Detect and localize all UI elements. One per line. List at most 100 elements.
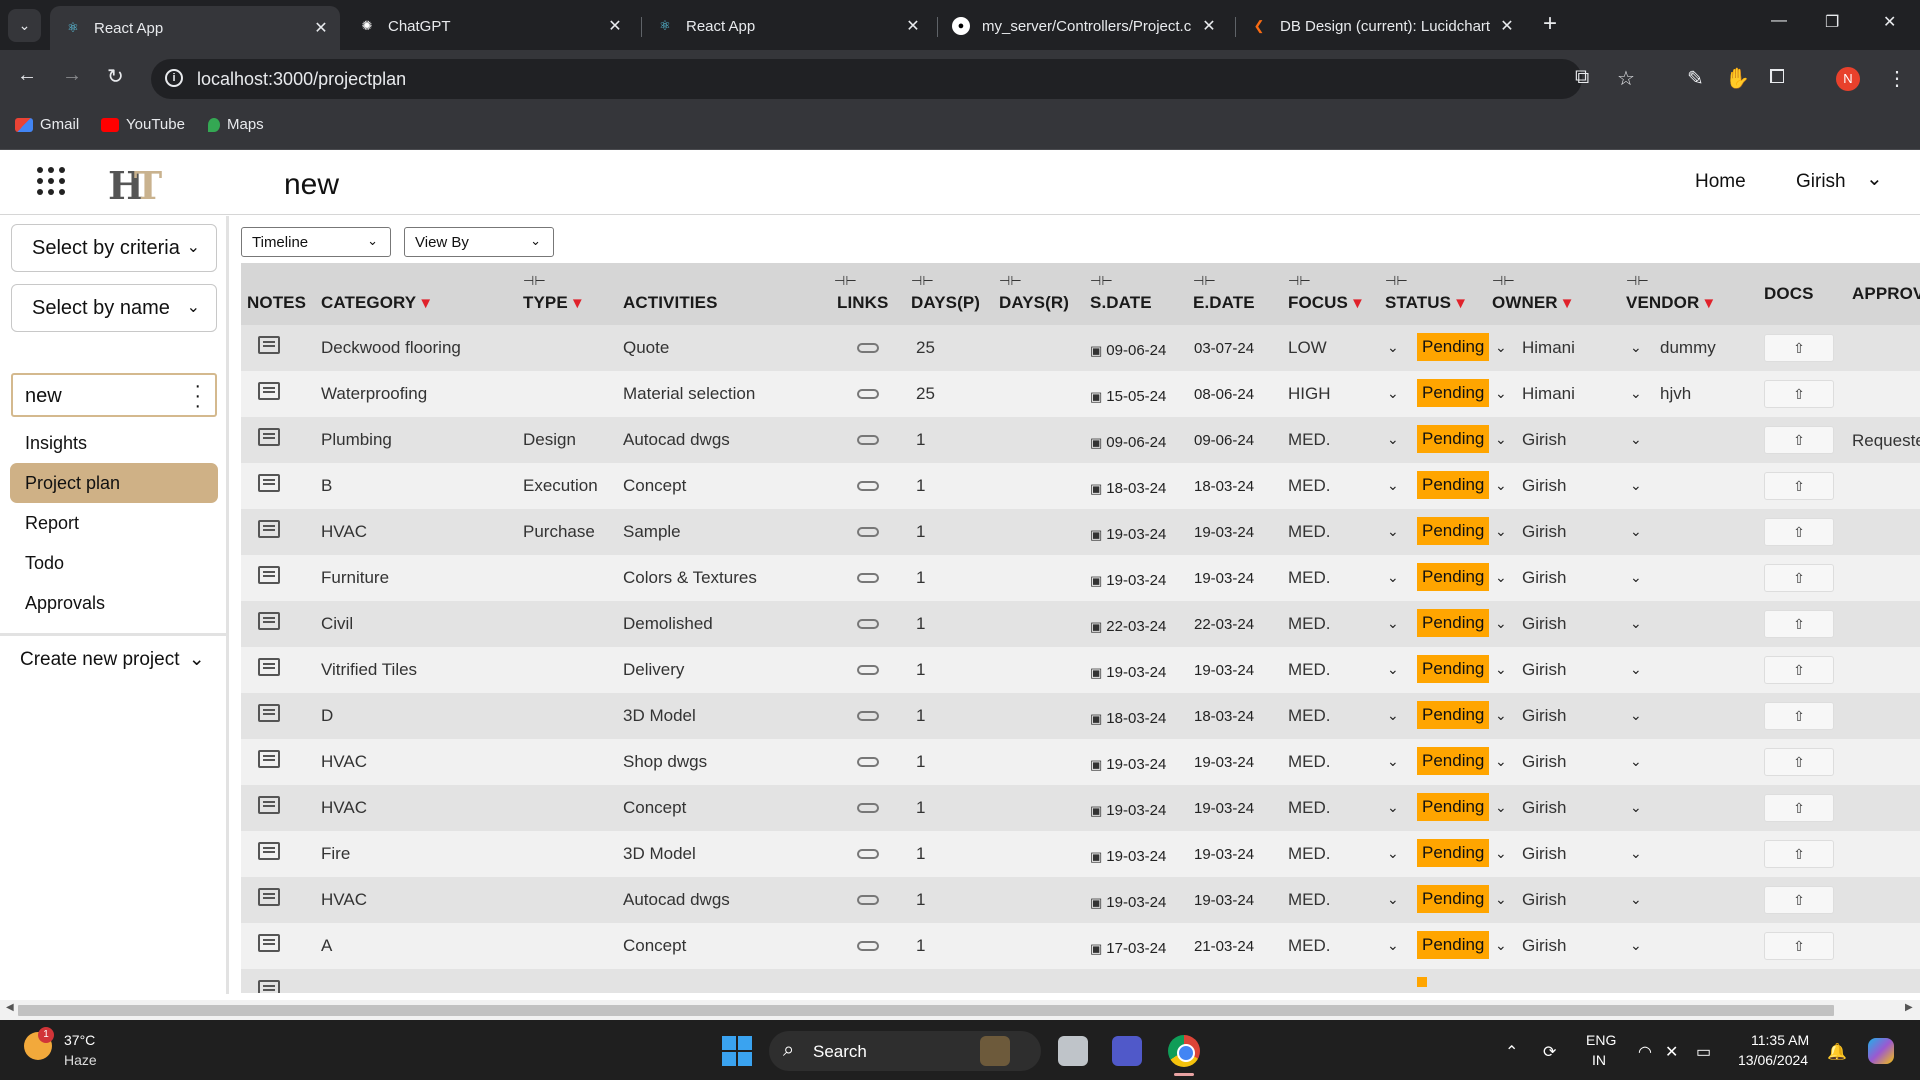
cell-e-date[interactable]: 19-03-24 [1194,662,1254,679]
copilot-icon[interactable] [1868,1038,1894,1064]
table-row[interactable]: HVAC Concept 1 ▣ 19-03-24 19-03-24 MED. ⌄ Pendin… [241,785,1920,831]
focus-chevron-down-icon[interactable]: ⌄ [1387,753,1399,770]
upload-doc-button[interactable]: ⇧ [1764,748,1834,776]
header-type[interactable]: TYPE ▼ [523,293,585,313]
focus-chevron-down-icon[interactable]: ⌄ [1387,385,1399,402]
vendor-chevron-down-icon[interactable]: ⌄ [1630,523,1642,540]
sidebar-item-todo[interactable]: Todo [10,543,218,583]
status-badge[interactable]: Pending [1417,701,1490,729]
vendor-chevron-down-icon[interactable]: ⌄ [1630,753,1642,770]
sync-icon[interactable]: ⟳ [1543,1042,1556,1062]
cell-days-p[interactable]: 25 [916,338,935,358]
restore-button[interactable]: ❐ [1825,12,1839,32]
cell-e-date[interactable]: 19-03-24 [1194,800,1254,817]
table-row[interactable]: A Concept 1 ▣ 17-03-24 21-03-24 MED. ⌄ Pending ⌄ G… [241,923,1920,969]
url-text[interactable]: localhost:3000/projectplan [197,69,406,90]
notes-icon[interactable] [258,382,280,400]
site-info-icon[interactable]: i [165,69,183,87]
extensions-puzzle-icon[interactable]: ⧠ [1769,66,1785,89]
chevron-up-icon[interactable]: ⌃ [1505,1042,1518,1062]
region-indicator[interactable]: IN [1592,1052,1606,1068]
extension-pen-icon[interactable]: ✎ [1687,66,1704,91]
owner-chevron-down-icon[interactable]: ⌄ [1495,339,1507,356]
resize-icon[interactable]: ⊣⊢ [1626,273,1649,289]
status-badge[interactable]: Pending [1417,471,1490,499]
status-badge[interactable]: Pending [1417,379,1490,407]
browser-tab-react-app[interactable]: ⚛ React App ✕ [50,6,340,50]
filter-icon[interactable]: ▼ [1350,295,1365,312]
vendor-chevron-down-icon[interactable]: ⌄ [1630,799,1642,816]
volume-muted-icon[interactable]: ✕ [1665,1042,1678,1062]
link-icon[interactable] [857,527,879,537]
notes-icon[interactable] [258,888,280,906]
browser-tab-lucidchart[interactable]: ❮ DB Design (current): Lucidchart ✕ [1236,7,1526,45]
link-icon[interactable] [857,435,879,445]
cell-e-date[interactable]: 18-03-24 [1194,478,1254,495]
battery-icon[interactable]: ▭ [1696,1042,1711,1062]
select-by-criteria-dropdown[interactable]: Select by criteria ⌄ [11,224,217,272]
owner-chevron-down-icon[interactable]: ⌄ [1495,707,1507,724]
table-row[interactable]: Plumbing Design Autocad dwgs 1 ▣ 09-06-24 09-0… [241,417,1920,463]
resize-icon[interactable]: ⊣⊢ [1193,273,1216,289]
vendor-chevron-down-icon[interactable]: ⌄ [1630,339,1642,356]
select-by-name-dropdown[interactable]: Select by name ⌄ [11,284,217,332]
link-icon[interactable] [857,711,879,721]
chrome-icon[interactable] [1168,1035,1200,1067]
app-logo[interactable]: HT [108,163,162,208]
extension-hand-icon[interactable]: ✋ [1725,66,1750,91]
cell-s-date[interactable]: ▣ 19-03-24 [1090,524,1166,544]
cell-days-p[interactable]: 1 [916,430,925,450]
cell-e-date[interactable]: 19-03-24 [1194,846,1254,863]
cell-days-p[interactable]: 1 [916,568,925,588]
apps-grid-icon[interactable] [37,167,65,195]
view-by-select[interactable]: View By ⌄ [404,227,554,257]
owner-chevron-down-icon[interactable]: ⌄ [1495,385,1507,402]
table-row[interactable]: D 3D Model 1 ▣ 18-03-24 18-03-24 MED. ⌄ Pending ⌄… [241,693,1920,739]
vendor-chevron-down-icon[interactable]: ⌄ [1630,477,1642,494]
link-icon[interactable] [857,573,879,583]
cell-e-date[interactable]: 19-03-24 [1194,524,1254,541]
resize-icon[interactable]: ⊣⊢ [1090,273,1113,289]
resize-icon[interactable]: ⊣⊢ [911,273,934,289]
scroll-left-arrow-icon[interactable]: ◀ [6,1002,14,1013]
status-badge[interactable]: Pending [1417,333,1490,361]
cell-days-p[interactable]: 1 [916,522,925,542]
owner-chevron-down-icon[interactable]: ⌄ [1495,431,1507,448]
upload-doc-button[interactable]: ⇧ [1764,518,1834,546]
cell-days-p[interactable]: 1 [916,752,925,772]
address-bar[interactable]: i localhost:3000/projectplan [151,59,1582,99]
cell-s-date[interactable]: ▣ 09-06-24 [1090,432,1166,452]
cell-s-date[interactable]: ▣ 19-03-24 [1090,892,1166,912]
upload-doc-button[interactable]: ⇧ [1764,702,1834,730]
cell-s-date[interactable]: ▣ 19-03-24 [1090,754,1166,774]
status-badge[interactable]: Pending [1417,931,1490,959]
status-badge[interactable]: Pending [1417,885,1490,913]
vendor-chevron-down-icon[interactable]: ⌄ [1630,385,1642,402]
forward-arrow-icon[interactable]: → [62,64,82,87]
focus-chevron-down-icon[interactable]: ⌄ [1387,339,1399,356]
sidebar-item-insights[interactable]: Insights [10,423,218,463]
project-search-input[interactable]: new · · · [11,373,217,417]
focus-chevron-down-icon[interactable]: ⌄ [1387,523,1399,540]
cell-s-date[interactable]: ▣ 18-03-24 [1090,478,1166,498]
cell-s-date[interactable]: ▣ 19-03-24 [1090,570,1166,590]
cell-e-date[interactable]: 21-03-24 [1194,938,1254,955]
vendor-chevron-down-icon[interactable]: ⌄ [1630,431,1642,448]
weather-description[interactable]: Haze [64,1052,97,1068]
back-arrow-icon[interactable]: ← [17,64,37,87]
weather-temperature[interactable]: 37°C [64,1032,95,1048]
focus-chevron-down-icon[interactable]: ⌄ [1387,569,1399,586]
sidebar-item-report[interactable]: Report [10,503,218,543]
table-row[interactable]: Vitrified Tiles Delivery 1 ▣ 19-03-24 19-03-2… [241,647,1920,693]
owner-chevron-down-icon[interactable]: ⌄ [1495,799,1507,816]
table-row[interactable]: Waterproofing Material selection 25 ▣ 15-05-… [241,371,1920,417]
owner-chevron-down-icon[interactable]: ⌄ [1495,477,1507,494]
filter-icon[interactable]: ▼ [1453,295,1468,312]
sidebar-item-approvals[interactable]: Approvals [10,583,218,623]
vendor-chevron-down-icon[interactable]: ⌄ [1630,845,1642,862]
bookmark-gmail[interactable]: Gmail [15,116,79,133]
nav-home-link[interactable]: Home [1695,171,1746,193]
cell-days-p[interactable]: 25 [916,384,935,404]
owner-chevron-down-icon[interactable]: ⌄ [1495,523,1507,540]
cell-days-p[interactable]: 1 [916,844,925,864]
